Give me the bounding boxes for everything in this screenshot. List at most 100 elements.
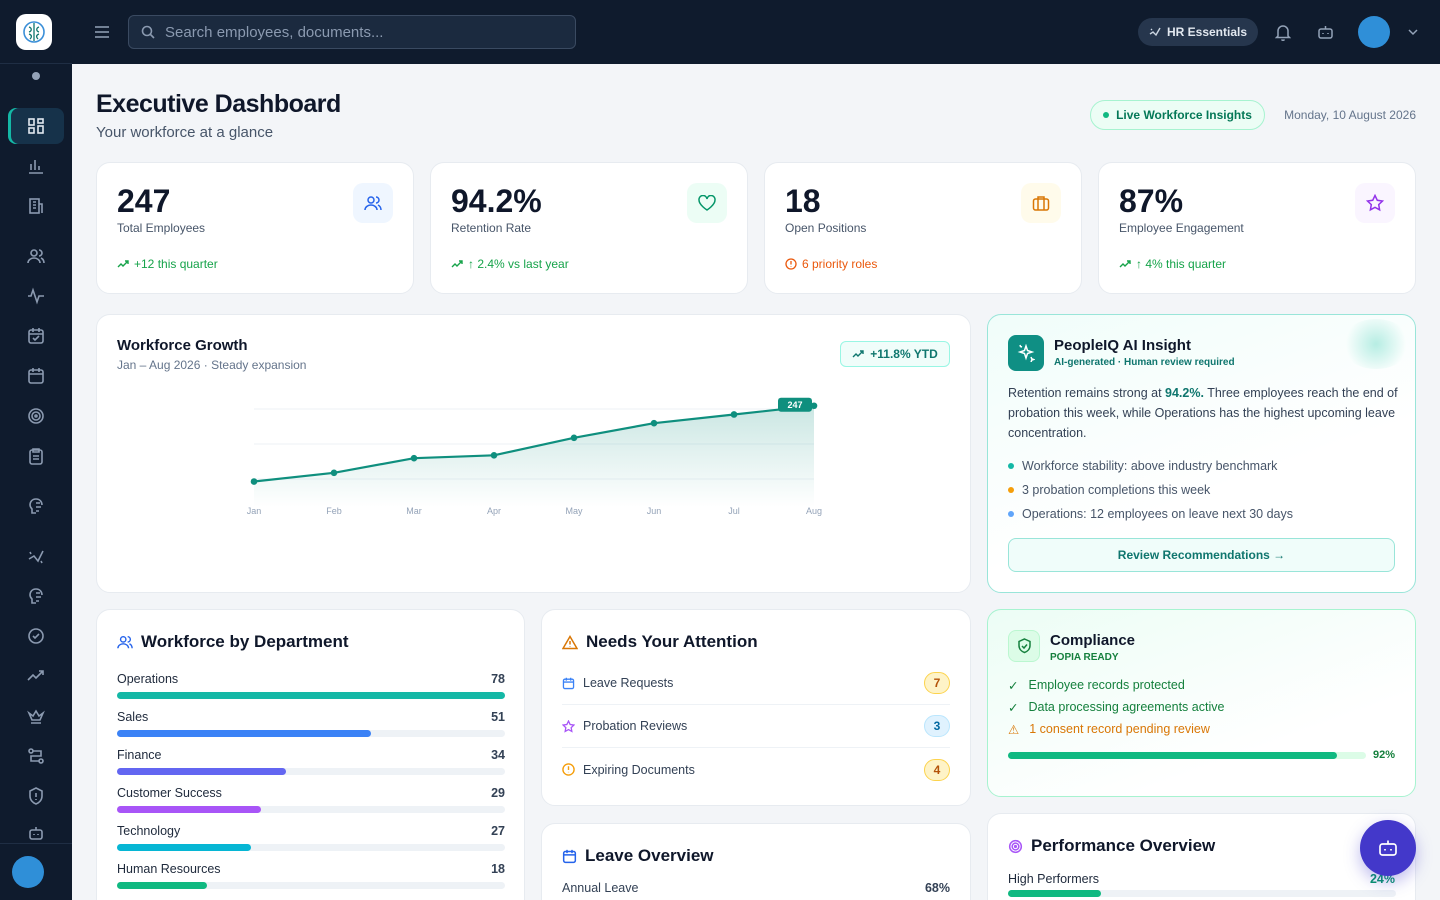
kpi-value: 18 bbox=[785, 183, 821, 219]
brain-icon bbox=[29, 498, 43, 514]
data-point[interactable] bbox=[250, 478, 258, 485]
performance-track bbox=[1008, 890, 1396, 897]
brain-logo-icon[interactable] bbox=[16, 14, 52, 50]
data-point[interactable] bbox=[570, 434, 578, 442]
live-insights-badge[interactable]: Live Workforce Insights bbox=[1090, 100, 1265, 130]
nav-ai[interactable] bbox=[8, 488, 64, 524]
nav-leave[interactable] bbox=[8, 318, 64, 354]
kpi-card-retention-rate[interactable]: 94.2% Retention Rate ↑ 2.4% vs last year bbox=[430, 162, 748, 294]
nav-calendar[interactable] bbox=[8, 358, 64, 394]
department-count: 18 bbox=[491, 862, 505, 876]
nav-analytics[interactable] bbox=[8, 578, 64, 614]
bell-icon bbox=[1275, 24, 1291, 41]
kpi-card-engagement[interactable]: 87% Employee Engagement ↑ 4% this quarte… bbox=[1098, 162, 1416, 294]
attention-item-leave-requests[interactable]: Leave Requests 7 bbox=[562, 662, 950, 705]
target-icon bbox=[1008, 839, 1023, 853]
attention-item-probation-reviews[interactable]: Probation Reviews 3 bbox=[562, 705, 950, 748]
attention-item-expiring-documents[interactable]: Expiring Documents 4 bbox=[562, 748, 950, 791]
department-name: Operations bbox=[117, 672, 179, 686]
compliance-progress-track bbox=[1008, 752, 1366, 759]
review-recommendations-button[interactable]: Review Recommendations → bbox=[1008, 538, 1395, 572]
sidebar bbox=[0, 0, 72, 900]
ai-title: PeopleIQ AI Insight bbox=[1054, 337, 1191, 354]
nav-reports[interactable] bbox=[8, 148, 64, 184]
department-row[interactable]: Customer Success 29 bbox=[117, 786, 505, 813]
kpi-trend-text: ↑ 2.4% vs last year bbox=[468, 257, 569, 271]
hr-essentials-button[interactable]: HR Essentials bbox=[1138, 18, 1258, 46]
ai-summary: Retention remains strong at 94.2%. Three… bbox=[1008, 383, 1400, 443]
nav-dashboard[interactable] bbox=[8, 108, 64, 144]
department-bar bbox=[117, 882, 207, 889]
department-bar-track bbox=[117, 730, 505, 737]
department-count: 34 bbox=[491, 748, 505, 762]
x-tick-label: Apr bbox=[487, 506, 501, 516]
ai-summary-highlight: 94.2%. bbox=[1165, 386, 1204, 400]
workflow-icon bbox=[28, 748, 44, 764]
alert-circle-icon bbox=[785, 258, 797, 270]
chevron-down-icon bbox=[1408, 29, 1418, 36]
decorative-glow bbox=[1341, 319, 1411, 369]
calendar-icon bbox=[562, 677, 575, 689]
x-tick-label: Aug bbox=[806, 506, 822, 516]
notifications-button[interactable] bbox=[1271, 20, 1295, 44]
department-row[interactable]: Sales 51 bbox=[117, 710, 505, 737]
ai-insight-card: PeopleIQ AI Insight AI-generated · Human… bbox=[987, 314, 1416, 593]
performance-card: Performance Overview High Performers 24% bbox=[987, 813, 1416, 900]
nav-workflows[interactable] bbox=[8, 738, 64, 774]
department-name: Customer Success bbox=[117, 786, 222, 800]
profile-avatar[interactable] bbox=[1358, 16, 1390, 48]
assistant-button[interactable] bbox=[1313, 20, 1337, 44]
department-bar-track bbox=[117, 844, 505, 851]
department-bar bbox=[117, 806, 262, 813]
nav-insights[interactable] bbox=[8, 538, 64, 574]
grid-icon bbox=[28, 118, 44, 134]
attention-card: Needs Your Attention Leave Requests 7 Pr… bbox=[541, 609, 971, 806]
data-point[interactable] bbox=[410, 454, 418, 462]
user-avatar[interactable] bbox=[12, 856, 44, 888]
assistant-fab-button[interactable] bbox=[1360, 820, 1416, 876]
profile-menu-button[interactable] bbox=[1401, 20, 1425, 44]
kpi-card-open-positions[interactable]: 18 Open Positions 6 priority roles bbox=[764, 162, 1082, 294]
kpi-card-total-employees[interactable]: 247 Total Employees +12 this quarter bbox=[96, 162, 414, 294]
x-tick-label: Feb bbox=[326, 506, 342, 516]
nav-goals[interactable] bbox=[8, 398, 64, 434]
data-point[interactable] bbox=[650, 419, 658, 427]
x-tick-label: Jun bbox=[647, 506, 662, 516]
growth-area bbox=[254, 405, 814, 507]
nav-employees[interactable] bbox=[8, 238, 64, 274]
status-dot bbox=[32, 72, 40, 80]
department-card: Workforce by Department Operations 78 Sa… bbox=[96, 609, 525, 900]
search-input[interactable] bbox=[165, 23, 545, 41]
bullet-dot bbox=[1008, 463, 1014, 469]
department-row[interactable]: Operations 78 bbox=[117, 672, 505, 699]
kpi-value: 247 bbox=[117, 183, 171, 219]
department-row[interactable]: Finance 34 bbox=[117, 748, 505, 775]
nav-trends[interactable] bbox=[8, 658, 64, 694]
bot-icon bbox=[1317, 26, 1333, 39]
nav-approvals[interactable] bbox=[8, 618, 64, 654]
department-row[interactable]: Technology 27 bbox=[117, 824, 505, 851]
ai-subtitle: AI-generated · Human review required bbox=[1054, 357, 1235, 368]
star-icon bbox=[1355, 183, 1395, 223]
nav-security[interactable] bbox=[8, 778, 64, 814]
data-point[interactable] bbox=[730, 411, 738, 418]
ai-bullet-text: 3 probation completions this week bbox=[1022, 483, 1211, 497]
kpi-note: 6 priority roles bbox=[785, 257, 877, 271]
ai-bullet: Operations: 12 employees on leave next 3… bbox=[1008, 507, 1293, 521]
nav-tasks[interactable] bbox=[8, 438, 64, 474]
compliance-progress-fill bbox=[1008, 752, 1338, 759]
nav-activity[interactable] bbox=[8, 278, 64, 314]
menu-button[interactable] bbox=[90, 20, 114, 44]
search-icon bbox=[141, 25, 155, 39]
ai-bullet: 3 probation completions this week bbox=[1008, 483, 1210, 497]
department-name: Finance bbox=[117, 748, 162, 762]
nav-leadership[interactable] bbox=[8, 698, 64, 734]
nav-organisation[interactable] bbox=[8, 188, 64, 224]
department-row[interactable]: Human Resources 18 bbox=[117, 862, 505, 889]
shield-icon bbox=[29, 787, 43, 805]
hamburger-icon bbox=[95, 26, 109, 38]
compliance-title: Compliance bbox=[1050, 632, 1136, 649]
data-point[interactable] bbox=[330, 469, 338, 477]
data-point[interactable] bbox=[490, 451, 498, 459]
calendar-icon bbox=[562, 849, 577, 863]
